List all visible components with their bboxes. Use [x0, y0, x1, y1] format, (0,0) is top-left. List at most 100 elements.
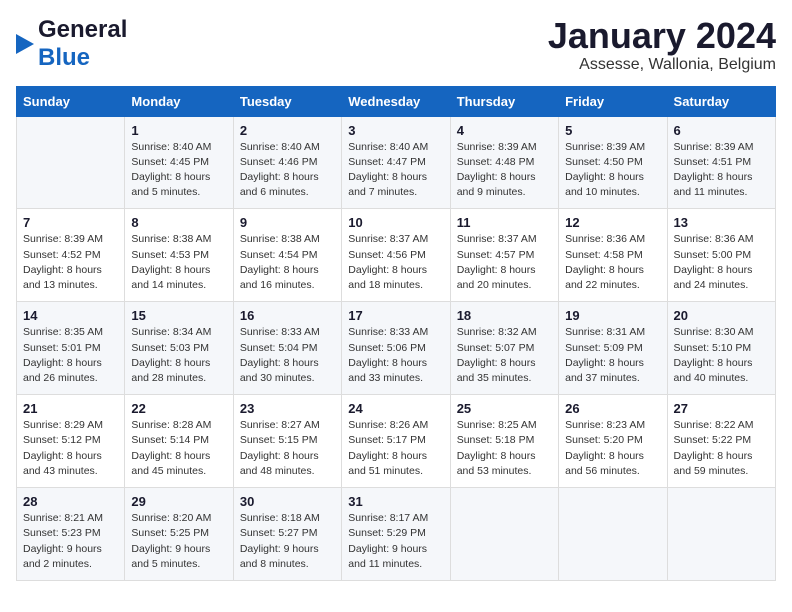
day-info: Sunrise: 8:31 AMSunset: 5:09 PMDaylight:… — [565, 325, 660, 386]
day-info: Sunrise: 8:17 AMSunset: 5:29 PMDaylight:… — [348, 511, 443, 572]
day-number: 17 — [348, 308, 443, 323]
calendar-cell: 11 Sunrise: 8:37 AMSunset: 4:57 PMDayligh… — [450, 209, 558, 302]
calendar-cell: 1Sunrise: 8:40 AMSunset: 4:45 PMDaylight… — [125, 116, 233, 209]
weekday-header-sunday: Sunday — [17, 86, 125, 116]
day-number: 19 — [565, 308, 660, 323]
calendar-cell: 5 Sunrise: 8:39 AMSunset: 4:50 PMDaylight… — [559, 116, 667, 209]
day-number: 25 — [457, 401, 552, 416]
day-info: Sunrise: 8:38 AMSunset: 4:54 PMDaylight:… — [240, 232, 335, 293]
calendar-cell: 19 Sunrise: 8:31 AMSunset: 5:09 PMDayligh… — [559, 302, 667, 395]
calendar-cell: 17 Sunrise: 8:33 AMSunset: 5:06 PMDayligh… — [342, 302, 450, 395]
month-title: January 2024 — [548, 16, 776, 56]
calendar-cell: 24 Sunrise: 8:26 AMSunset: 5:17 PMDayligh… — [342, 395, 450, 488]
day-number: 13 — [674, 215, 769, 230]
day-info: Sunrise: 8:39 AMSunset: 4:51 PMDaylight:… — [674, 140, 769, 201]
calendar-cell: 14 Sunrise: 8:35 AMSunset: 5:01 PMDayligh… — [17, 302, 125, 395]
calendar-header-row: SundayMondayTuesdayWednesdayThursdayFrid… — [17, 86, 776, 116]
day-info: Sunrise: 8:37 AMSunset: 4:57 PMDaylight:… — [457, 232, 552, 293]
calendar-week-row: 21 Sunrise: 8:29 AMSunset: 5:12 PMDayligh… — [17, 395, 776, 488]
calendar-cell: 7 Sunrise: 8:39 AMSunset: 4:52 PMDaylight… — [17, 209, 125, 302]
weekday-header-friday: Friday — [559, 86, 667, 116]
calendar-cell: 4Sunrise: 8:39 AMSunset: 4:48 PMDaylight… — [450, 116, 558, 209]
day-info: Sunrise: 8:40 AMSunset: 4:47 PMDaylight:… — [348, 140, 443, 201]
day-number: 16 — [240, 308, 335, 323]
day-info: Sunrise: 8:39 AMSunset: 4:48 PMDaylight:… — [457, 140, 552, 201]
day-info: Sunrise: 8:35 AMSunset: 5:01 PMDaylight:… — [23, 325, 118, 386]
calendar-cell: 18Sunrise: 8:32 AMSunset: 5:07 PMDayligh… — [450, 302, 558, 395]
calendar-cell: 20Sunrise: 8:30 AMSunset: 5:10 PMDayligh… — [667, 302, 775, 395]
day-info: Sunrise: 8:29 AMSunset: 5:12 PMDaylight:… — [23, 418, 118, 479]
day-number: 8 — [131, 215, 226, 230]
day-info: Sunrise: 8:36 AMSunset: 4:58 PMDaylight:… — [565, 232, 660, 293]
day-number: 23 — [240, 401, 335, 416]
day-number: 7 — [23, 215, 118, 230]
day-info: Sunrise: 8:22 AMSunset: 5:22 PMDaylight:… — [674, 418, 769, 479]
calendar-cell: 31 Sunrise: 8:17 AMSunset: 5:29 PMDayligh… — [342, 488, 450, 581]
day-info: Sunrise: 8:21 AMSunset: 5:23 PMDaylight:… — [23, 511, 118, 572]
day-number: 1 — [131, 123, 226, 138]
day-number: 9 — [240, 215, 335, 230]
calendar-cell — [559, 488, 667, 581]
day-info: Sunrise: 8:27 AMSunset: 5:15 PMDaylight:… — [240, 418, 335, 479]
calendar-cell: 25Sunrise: 8:25 AMSunset: 5:18 PMDayligh… — [450, 395, 558, 488]
day-info: Sunrise: 8:33 AMSunset: 5:04 PMDaylight:… — [240, 325, 335, 386]
day-info: Sunrise: 8:32 AMSunset: 5:07 PMDaylight:… — [457, 325, 552, 386]
day-number: 21 — [23, 401, 118, 416]
calendar-table: SundayMondayTuesdayWednesdayThursdayFrid… — [16, 86, 776, 581]
day-number: 27 — [674, 401, 769, 416]
day-number: 29 — [131, 494, 226, 509]
calendar-cell: 27 Sunrise: 8:22 AMSunset: 5:22 PMDayligh… — [667, 395, 775, 488]
calendar-cell: 21 Sunrise: 8:29 AMSunset: 5:12 PMDayligh… — [17, 395, 125, 488]
day-info: Sunrise: 8:20 AMSunset: 5:25 PMDaylight:… — [131, 511, 226, 572]
calendar-week-row: 1Sunrise: 8:40 AMSunset: 4:45 PMDaylight… — [17, 116, 776, 209]
day-number: 28 — [23, 494, 118, 509]
weekday-header-tuesday: Tuesday — [233, 86, 341, 116]
day-info: Sunrise: 8:26 AMSunset: 5:17 PMDaylight:… — [348, 418, 443, 479]
calendar-cell: 10Sunrise: 8:37 AMSunset: 4:56 PMDayligh… — [342, 209, 450, 302]
calendar-cell: 9 Sunrise: 8:38 AMSunset: 4:54 PMDaylight… — [233, 209, 341, 302]
calendar-cell — [450, 488, 558, 581]
calendar-cell: 29 Sunrise: 8:20 AMSunset: 5:25 PMDayligh… — [125, 488, 233, 581]
calendar-cell: 13 Sunrise: 8:36 AMSunset: 5:00 PMDayligh… — [667, 209, 775, 302]
day-number: 22 — [131, 401, 226, 416]
day-number: 31 — [348, 494, 443, 509]
calendar-cell: 15Sunrise: 8:34 AMSunset: 5:03 PMDayligh… — [125, 302, 233, 395]
calendar-cell: 12Sunrise: 8:36 AMSunset: 4:58 PMDayligh… — [559, 209, 667, 302]
day-number: 24 — [348, 401, 443, 416]
day-info: Sunrise: 8:37 AMSunset: 4:56 PMDaylight:… — [348, 232, 443, 293]
calendar-cell — [667, 488, 775, 581]
calendar-cell: 8 Sunrise: 8:38 AMSunset: 4:53 PMDaylight… — [125, 209, 233, 302]
logo-blue: Blue — [38, 44, 90, 71]
weekday-header-wednesday: Wednesday — [342, 86, 450, 116]
logo-arrow-icon — [16, 34, 34, 54]
day-number: 5 — [565, 123, 660, 138]
day-info: Sunrise: 8:39 AMSunset: 4:50 PMDaylight:… — [565, 140, 660, 201]
title-block: January 2024 Assesse, Wallonia, Belgium — [548, 16, 776, 74]
calendar-week-row: 14 Sunrise: 8:35 AMSunset: 5:01 PMDayligh… — [17, 302, 776, 395]
calendar-week-row: 7 Sunrise: 8:39 AMSunset: 4:52 PMDaylight… — [17, 209, 776, 302]
day-number: 11 — [457, 215, 552, 230]
page-header: General Blue January 2024 Assesse, Wallo… — [16, 16, 776, 74]
day-info: Sunrise: 8:38 AMSunset: 4:53 PMDaylight:… — [131, 232, 226, 293]
day-info: Sunrise: 8:36 AMSunset: 5:00 PMDaylight:… — [674, 232, 769, 293]
calendar-cell: 2Sunrise: 8:40 AMSunset: 4:46 PMDaylight… — [233, 116, 341, 209]
day-number: 14 — [23, 308, 118, 323]
day-number: 2 — [240, 123, 335, 138]
calendar-cell: 22 Sunrise: 8:28 AMSunset: 5:14 PMDayligh… — [125, 395, 233, 488]
day-info: Sunrise: 8:28 AMSunset: 5:14 PMDaylight:… — [131, 418, 226, 479]
logo-general: General — [38, 16, 127, 43]
calendar-cell: 16 Sunrise: 8:33 AMSunset: 5:04 PMDayligh… — [233, 302, 341, 395]
calendar-cell: 28 Sunrise: 8:21 AMSunset: 5:23 PMDayligh… — [17, 488, 125, 581]
location-subtitle: Assesse, Wallonia, Belgium — [548, 56, 776, 74]
weekday-header-thursday: Thursday — [450, 86, 558, 116]
day-info: Sunrise: 8:33 AMSunset: 5:06 PMDaylight:… — [348, 325, 443, 386]
day-info: Sunrise: 8:23 AMSunset: 5:20 PMDaylight:… — [565, 418, 660, 479]
calendar-cell: 6Sunrise: 8:39 AMSunset: 4:51 PMDaylight… — [667, 116, 775, 209]
day-number: 26 — [565, 401, 660, 416]
day-info: Sunrise: 8:39 AMSunset: 4:52 PMDaylight:… — [23, 232, 118, 293]
logo-text: General Blue — [38, 16, 127, 72]
weekday-header-saturday: Saturday — [667, 86, 775, 116]
day-number: 3 — [348, 123, 443, 138]
calendar-cell: 26 Sunrise: 8:23 AMSunset: 5:20 PMDayligh… — [559, 395, 667, 488]
day-number: 20 — [674, 308, 769, 323]
